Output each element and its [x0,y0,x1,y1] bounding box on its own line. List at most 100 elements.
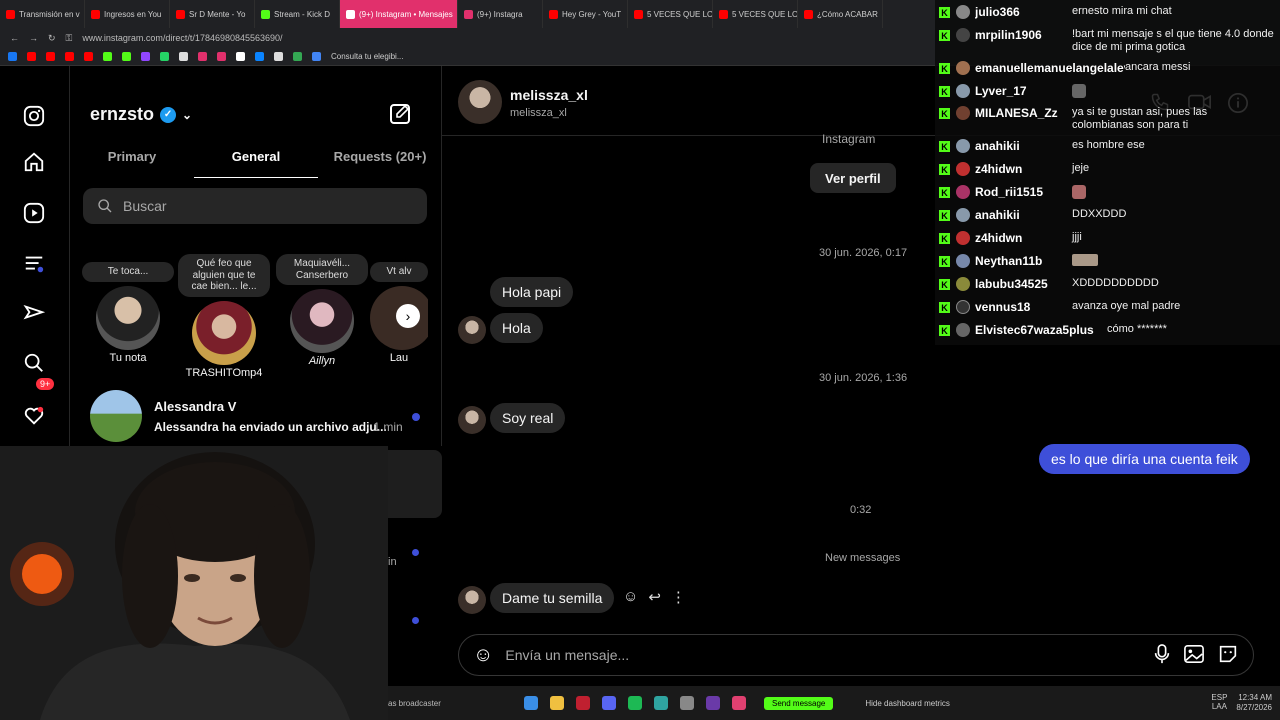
view-profile-button[interactable]: Ver perfil [810,163,896,193]
image-icon[interactable] [198,52,207,61]
reload-icon[interactable]: ↻ [48,33,56,44]
avatar[interactable] [458,80,502,124]
feed-icon[interactable] [22,252,46,276]
chevron-right-icon[interactable]: › [396,304,420,328]
search-input[interactable]: Buscar [83,188,427,224]
more-options-icon[interactable]: ⋮ [671,588,686,606]
nav-rail: 9+ [0,66,70,446]
emoji-icon[interactable]: ☺ [473,644,493,667]
whatsapp-icon[interactable] [160,52,169,61]
app-icon[interactable] [179,52,188,61]
send-message-button[interactable]: Send message [764,696,834,710]
avatar [956,254,970,268]
browser-tab[interactable]: Sr D Mente - Yo [170,0,255,28]
spotify-icon[interactable] [628,696,642,710]
instagram-icon [346,9,355,19]
reels-icon[interactable] [22,201,46,225]
story-note[interactable]: Qué feo que alguien que te cae bien... l… [178,254,270,379]
avatar [956,61,970,75]
chat-message: K Rod_rii1515 [939,185,1279,207]
google-icon[interactable] [312,52,321,61]
tab-requests[interactable]: Requests (20+) [318,146,442,178]
message-input[interactable]: Envía un mensaje... [505,647,1141,663]
message-bubble[interactable]: Hola papi [490,277,574,307]
app-icon[interactable] [706,696,720,710]
instagram-icon[interactable] [217,52,226,61]
avatar [290,289,354,353]
sticker-icon[interactable] [1217,643,1239,668]
youtube-icon[interactable] [27,52,36,61]
browser-tab[interactable]: Transmisión en v [0,0,85,28]
message-bubble[interactable]: Dame tu semilla [490,583,615,613]
youtube-icon[interactable] [65,52,74,61]
avatar [192,300,256,365]
instagram-logo-icon[interactable] [22,104,46,128]
browser-tab[interactable]: Hey Grey - YouT [543,0,628,28]
chat-message: K Elvistec67waza5plus cómo ******* [939,323,1279,345]
discord-icon[interactable] [602,696,616,710]
youtube-icon[interactable] [84,52,93,61]
story-note[interactable]: Maquiavéli... Canserbero Aillyn [276,254,368,367]
file-explorer-icon[interactable] [550,696,564,710]
kick-badge-icon: K [939,108,950,119]
twitch-icon[interactable] [141,52,150,61]
avatar [956,277,970,291]
react-emoji-icon[interactable]: ☺ [623,588,638,606]
kick-icon[interactable] [103,52,112,61]
youtube-icon [549,9,558,19]
bookmark-link[interactable]: Consulta tu elegibi... [331,52,404,61]
kick-badge-icon: K [939,233,950,244]
inbox-tabs: Primary General Requests (20+) [70,146,442,178]
x-icon[interactable] [236,52,245,61]
app-icon[interactable] [654,696,668,710]
browser-tab[interactable]: Stream - Kick D [255,0,340,28]
message-bubble-outgoing[interactable]: es lo que diría una cuenta feik [1039,444,1250,474]
story-name: Aillyn [308,355,336,367]
chat-contact-name[interactable]: melissza_xl [510,87,588,103]
messages-icon[interactable] [22,302,46,326]
hide-metrics-button[interactable]: Hide dashboard metrics [865,699,949,708]
message-bubble[interactable]: Hola [490,313,543,343]
browser-tab[interactable]: 5 VECES QUE LO [713,0,798,28]
facebook-icon[interactable] [8,52,17,61]
language-indicator[interactable]: ESP LAA [1208,693,1230,712]
story-note[interactable]: Te toca... Tu nota [82,254,174,364]
account-switcher[interactable]: ernzsto ✓ ⌄ [90,104,192,125]
drive-icon[interactable] [293,52,302,61]
windows-start-icon[interactable] [524,696,538,710]
chat-username: Rod_rii1515 [975,185,1044,199]
opera-icon[interactable] [576,696,590,710]
reply-icon[interactable]: ↩ [648,588,661,606]
url-text[interactable]: www.instagram.com/direct/t/1784698084556… [82,33,282,43]
kick-icon[interactable] [122,52,131,61]
message-composer[interactable]: ☺ Envía un mensaje... [458,634,1254,676]
thread-row[interactable]: Alessandra V Alessandra ha enviado un ar… [70,382,442,446]
avatar [458,406,486,434]
browser-tab[interactable]: (9+) Instagra [458,0,543,28]
forward-icon[interactable]: → [29,33,38,43]
thread-row-partial[interactable] [388,450,442,518]
heart-icon[interactable] [22,404,46,428]
home-icon[interactable] [22,150,46,174]
obs-icon[interactable] [680,696,694,710]
search-icon[interactable] [22,351,46,375]
browser-tab-active[interactable]: (9+) Instagram • Mensajes [340,0,458,28]
chat-username: anahikii [975,139,1020,153]
inbox-panel: ernzsto ✓ ⌄ Primary General Requests (20… [70,66,442,446]
clock[interactable]: 12:34 AM 8/27/2026 [1236,693,1272,712]
tab-primary[interactable]: Primary [70,146,194,178]
image-upload-icon[interactable] [1183,644,1205,667]
message-bubble[interactable]: Soy real [490,403,566,433]
messenger-icon[interactable] [255,52,264,61]
microphone-icon[interactable] [1153,643,1171,667]
chat-text: cómo ******* [1107,323,1167,335]
browser-tab[interactable]: 5 VECES QUE LO [628,0,713,28]
youtube-icon[interactable] [46,52,55,61]
app-icon[interactable] [274,52,283,61]
tab-general[interactable]: General [194,146,318,178]
app-icon[interactable] [732,696,746,710]
browser-tab[interactable]: Ingresos en You [85,0,170,28]
back-icon[interactable]: ← [10,33,19,43]
browser-tab[interactable]: ¿Cómo ACABAR [798,0,883,28]
compose-icon[interactable] [388,102,412,131]
